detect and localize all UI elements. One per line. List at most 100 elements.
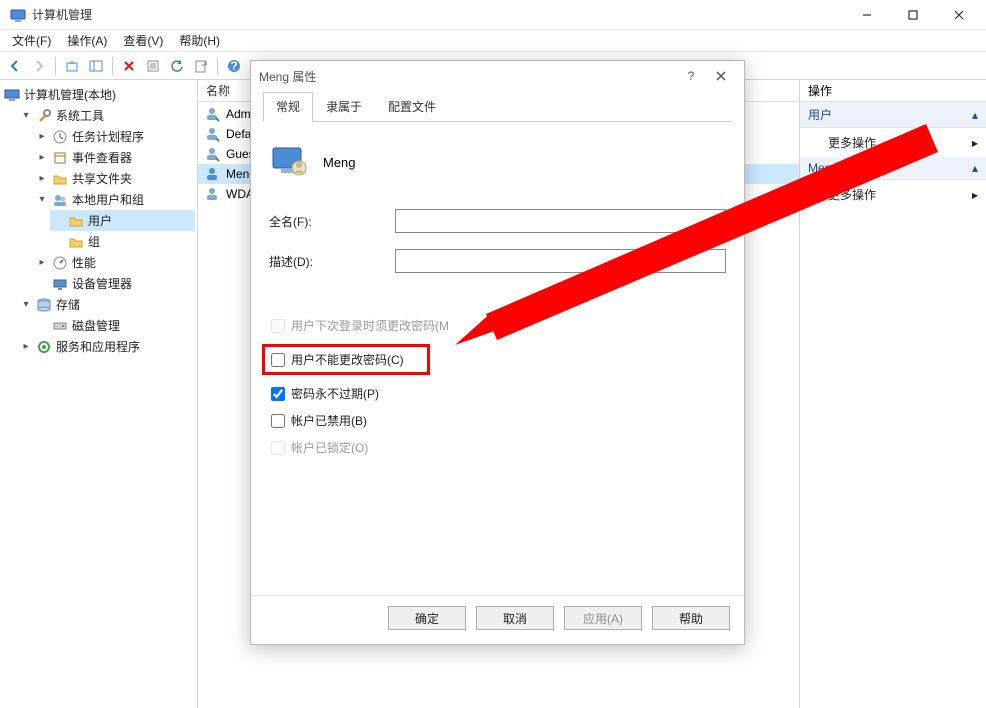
- tree-local-users-groups[interactable]: ▾本地用户和组: [34, 189, 195, 210]
- event-icon: [52, 150, 68, 166]
- dialog-close-button[interactable]: [706, 62, 736, 90]
- actions-pane: 操作 用户 ▴ 更多操作 ▸ Meng ▴ 更多操作 ▸: [800, 80, 986, 708]
- tree-storage[interactable]: ▾存储: [18, 294, 195, 315]
- tab-profile[interactable]: 配置文件: [375, 92, 449, 122]
- dialog-tabs: 常规 隶属于 配置文件: [263, 91, 732, 122]
- description-label: 描述(D):: [269, 253, 395, 270]
- checkbox-locked-row: 帐户已锁定(O): [271, 439, 726, 456]
- tab-general[interactable]: 常规: [263, 92, 313, 122]
- chevron-right-icon: ▸: [36, 152, 48, 163]
- user-avatar-icon: [271, 142, 309, 183]
- chevron-down-icon: ▾: [20, 110, 32, 121]
- dialog-title-bar[interactable]: Meng 属性 ?: [251, 61, 744, 91]
- services-icon: [36, 339, 52, 355]
- title-bar: 计算机管理: [0, 0, 986, 30]
- tree-system-tools-label: 系统工具: [56, 107, 104, 124]
- tree-groups[interactable]: 组: [50, 231, 195, 252]
- chevron-right-icon: ▸: [36, 257, 48, 268]
- menu-view[interactable]: 查看(V): [115, 30, 171, 51]
- checkbox-account-locked: [271, 441, 285, 455]
- tree-device-manager[interactable]: 设备管理器: [34, 273, 195, 294]
- menu-file[interactable]: 文件(F): [4, 30, 59, 51]
- performance-icon: [52, 255, 68, 271]
- minimize-button[interactable]: [844, 0, 890, 30]
- shared-folder-icon: [52, 171, 68, 187]
- checkbox-never-expires-row[interactable]: 密码永不过期(P): [271, 385, 726, 402]
- menu-action[interactable]: 操作(A): [59, 30, 115, 51]
- checkbox-never-expires[interactable]: [271, 387, 285, 401]
- export-list-button[interactable]: [190, 55, 212, 77]
- dialog-title: Meng 属性: [259, 68, 316, 85]
- tree-root[interactable]: 计算机管理(本地): [2, 84, 195, 105]
- tree-system-tools[interactable]: ▾ 系统工具: [18, 105, 195, 126]
- maximize-button[interactable]: [890, 0, 936, 30]
- svg-text:?: ?: [230, 59, 237, 73]
- collapse-icon: ▴: [972, 161, 978, 175]
- computer-icon: [4, 87, 20, 103]
- checkbox-disabled-row[interactable]: 帐户已禁用(B): [271, 412, 726, 429]
- chevron-right-icon: ▸: [20, 341, 32, 352]
- checkbox-cannot-change[interactable]: [271, 353, 285, 367]
- actions-more-user[interactable]: 更多操作 ▸: [800, 128, 986, 157]
- show-hide-tree-button[interactable]: [85, 55, 107, 77]
- chevron-right-icon: ▸: [972, 188, 978, 202]
- menu-help[interactable]: 帮助(H): [171, 30, 228, 51]
- cancel-button[interactable]: 取消: [476, 606, 554, 630]
- tree-pane: 计算机管理(本地) ▾ 系统工具 ▸任务计划程序 ▸事件查看器 ▸共享文件夹: [0, 80, 198, 708]
- actions-more-meng[interactable]: 更多操作 ▸: [800, 180, 986, 209]
- tree-shared-folders[interactable]: ▸共享文件夹: [34, 168, 195, 189]
- users-icon: [52, 192, 68, 208]
- chevron-right-icon: ▸: [972, 136, 978, 150]
- dialog-body: Meng 全名(F): 描述(D): 用户下次登录时须更改密码(M 用户不能更改…: [251, 122, 744, 595]
- dialog-user-name: Meng: [323, 155, 356, 170]
- refresh-button[interactable]: [166, 55, 188, 77]
- tree-event-viewer[interactable]: ▸事件查看器: [34, 147, 195, 168]
- ok-button[interactable]: 确定: [388, 606, 466, 630]
- fullname-label: 全名(F):: [269, 213, 395, 230]
- tree-task-scheduler[interactable]: ▸任务计划程序: [34, 126, 195, 147]
- back-button[interactable]: [4, 55, 26, 77]
- tree-services-apps[interactable]: ▸服务和应用程序: [18, 336, 195, 357]
- dialog-buttons: 确定 取消 应用(A) 帮助: [251, 595, 744, 644]
- tree-disk-mgmt[interactable]: 磁盘管理: [34, 315, 195, 336]
- tools-icon: [36, 108, 52, 124]
- window-title: 计算机管理: [32, 6, 92, 23]
- forward-button[interactable]: [28, 55, 50, 77]
- properties-dialog: Meng 属性 ? 常规 隶属于 配置文件 Meng 全名(F): 描述(D):…: [250, 60, 745, 645]
- app-icon: [10, 7, 26, 23]
- apply-button[interactable]: 应用(A): [564, 606, 642, 630]
- checkbox-account-disabled[interactable]: [271, 414, 285, 428]
- user-icon: [204, 106, 220, 122]
- folder-icon: [68, 213, 84, 229]
- clock-icon: [52, 129, 68, 145]
- actions-group-meng[interactable]: Meng ▴: [800, 157, 986, 180]
- description-input[interactable]: [395, 249, 726, 273]
- menu-bar: 文件(F) 操作(A) 查看(V) 帮助(H): [0, 30, 986, 52]
- user-icon: [204, 126, 220, 142]
- tab-memberof[interactable]: 隶属于: [313, 92, 375, 122]
- disk-icon: [52, 318, 68, 334]
- tree-performance[interactable]: ▸性能: [34, 252, 195, 273]
- chevron-right-icon: ▸: [36, 131, 48, 142]
- close-button[interactable]: [936, 0, 982, 30]
- user-icon: [204, 146, 220, 162]
- chevron-right-icon: ▸: [36, 173, 48, 184]
- storage-icon: [36, 297, 52, 313]
- help-dialog-button[interactable]: 帮助: [652, 606, 730, 630]
- checkbox-cannot-change-row[interactable]: 用户不能更改密码(C): [262, 344, 430, 375]
- up-button[interactable]: [61, 55, 83, 77]
- checkbox-must-change: [271, 319, 285, 333]
- fullname-input[interactable]: [395, 209, 726, 233]
- dialog-help-button[interactable]: ?: [676, 62, 706, 90]
- tree-root-label: 计算机管理(本地): [24, 86, 116, 103]
- help-button[interactable]: ?: [223, 55, 245, 77]
- tree-users[interactable]: 用户: [50, 210, 195, 231]
- chevron-down-icon: ▾: [20, 299, 32, 310]
- chevron-down-icon: ▾: [36, 194, 48, 205]
- user-icon: [204, 186, 220, 202]
- actions-group-user[interactable]: 用户 ▴: [800, 102, 986, 128]
- delete-button[interactable]: [118, 55, 140, 77]
- properties-button[interactable]: [142, 55, 164, 77]
- actions-header: 操作: [800, 80, 986, 102]
- collapse-icon: ▴: [972, 108, 978, 122]
